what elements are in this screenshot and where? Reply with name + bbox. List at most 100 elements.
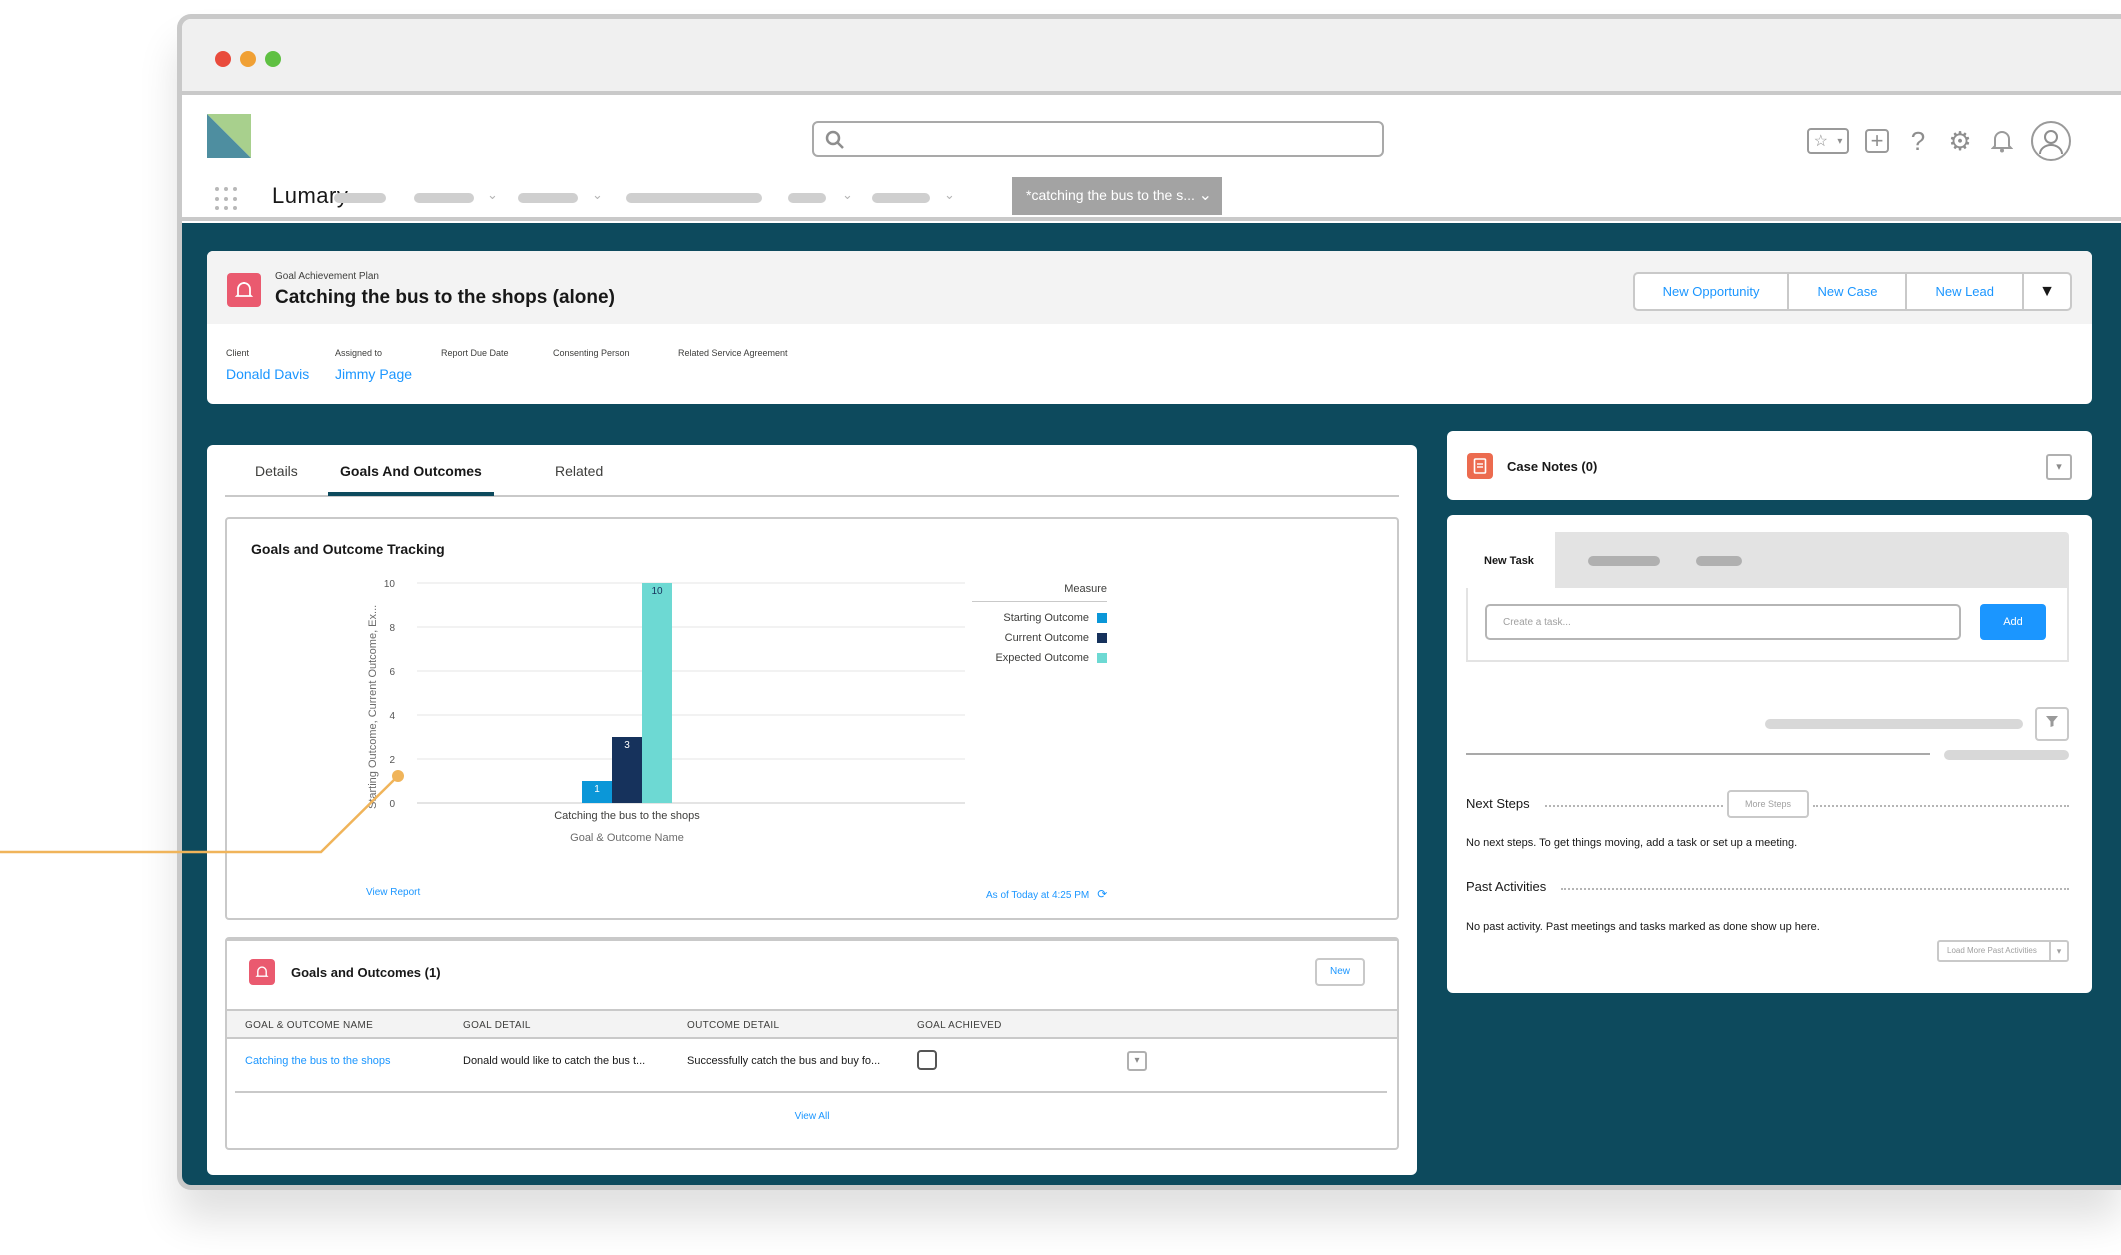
client-link[interactable]: Donald Davis xyxy=(226,366,309,382)
chevron-down-icon[interactable]: ⌄ xyxy=(487,187,498,203)
goal-achieved-checkbox[interactable] xyxy=(917,1050,937,1070)
bar-data-label: 10 xyxy=(651,586,663,597)
bar-expected-outcome xyxy=(642,583,672,803)
new-opportunity-button[interactable]: New Opportunity xyxy=(1635,274,1790,309)
next-steps-title[interactable]: Next Steps xyxy=(1466,796,1530,811)
add-icon[interactable]: + xyxy=(1865,128,1889,153)
nav-tab-active-record[interactable]: *catching the bus to the s... ⌄ xyxy=(1012,177,1222,215)
field-report-due-date: Report Due Date xyxy=(441,348,509,358)
close-window-button[interactable] xyxy=(215,51,231,67)
view-all-link[interactable]: View All xyxy=(227,1111,1397,1122)
new-case-button[interactable]: New Case xyxy=(1789,274,1908,309)
nav-item-placeholder[interactable] xyxy=(788,193,826,203)
view-report-link[interactable]: View Report xyxy=(366,887,420,898)
nav-item-placeholder[interactable] xyxy=(872,193,930,203)
legend-item-current-outcome: Current Outcome xyxy=(972,628,1107,648)
assigned-to-link[interactable]: Jimmy Page xyxy=(335,366,412,382)
nav-item-placeholder[interactable] xyxy=(518,193,578,203)
chevron-down-icon[interactable]: ⌄ xyxy=(842,187,853,203)
search-icon xyxy=(825,130,844,149)
chart-y-axis-label: Starting Outcome, Current Outcome, Ex... xyxy=(367,604,379,809)
bell-icon[interactable] xyxy=(1989,128,2015,154)
goals-outcome-bar-chart: 0 2 4 6 8 10 1 3 10 Catching the bus to the shops… xyxy=(384,579,965,844)
y-tick-label: 2 xyxy=(389,755,395,766)
more-steps-button[interactable]: More Steps xyxy=(1727,790,1809,818)
tab-related[interactable]: Related xyxy=(555,463,603,479)
field-label: Assigned to xyxy=(335,348,383,358)
lumary-logo-icon[interactable] xyxy=(207,114,251,158)
help-icon[interactable]: ? xyxy=(1905,126,1931,156)
row-actions-button[interactable]: ▾ xyxy=(1127,1051,1147,1071)
record-actions: New Opportunity New Case New Lead ▼ xyxy=(1632,272,2072,311)
gear-icon[interactable]: ⚙ xyxy=(1947,126,1973,156)
favorites-icon[interactable]: ☆ ▾ xyxy=(1807,128,1849,154)
tab-details[interactable]: Details xyxy=(255,463,298,479)
chevron-down-icon[interactable]: ⌄ xyxy=(592,187,603,203)
legend-item-starting-outcome: Starting Outcome xyxy=(972,608,1107,628)
activity-tab-placeholder[interactable] xyxy=(1696,556,1742,566)
field-label: Client xyxy=(226,348,250,358)
new-goal-button[interactable]: New xyxy=(1315,958,1365,986)
create-task-input[interactable]: Create a task... xyxy=(1485,604,1961,640)
record-highlights: Goal Achievement Plan Catching the bus t… xyxy=(207,251,2092,404)
divider xyxy=(1545,805,1723,807)
tab-goals-and-outcomes[interactable]: Goals And Outcomes xyxy=(340,463,482,479)
goal-detail-cell: Donald would like to catch the bus t... xyxy=(463,1055,646,1067)
activity-tab-placeholder[interactable] xyxy=(1588,556,1660,566)
active-tab-indicator xyxy=(328,492,494,496)
minimize-window-button[interactable] xyxy=(240,51,256,67)
chart-legend: Measure Starting Outcome Current Outcome… xyxy=(972,583,1107,668)
nav-item-placeholder[interactable] xyxy=(334,193,386,203)
field-related-service-agreement: Related Service Agreement xyxy=(678,348,788,358)
nav-item-placeholder[interactable] xyxy=(626,193,762,203)
activity-tabs: New Task xyxy=(1466,532,2069,588)
y-tick-label: 8 xyxy=(389,623,395,634)
past-activities-title[interactable]: Past Activities xyxy=(1466,879,1546,894)
app-launcher-icon[interactable] xyxy=(215,187,239,211)
avatar-icon[interactable] xyxy=(2031,121,2071,161)
legend-item-expected-outcome: Expected Outcome xyxy=(972,648,1107,668)
chevron-down-icon[interactable]: ▾ xyxy=(2049,942,2067,960)
case-notes-menu-button[interactable]: ▾ xyxy=(2046,454,2072,480)
nav-item-placeholder[interactable] xyxy=(414,193,474,203)
x-tick-label: Catching the bus to the shops xyxy=(554,810,700,822)
column-header-outcome-detail[interactable]: OUTCOME DETAIL xyxy=(687,1020,779,1031)
y-tick-label: 6 xyxy=(389,667,395,678)
global-search-input[interactable] xyxy=(812,121,1384,157)
column-header-name[interactable]: GOAL & OUTCOME NAME xyxy=(245,1020,373,1031)
next-steps-empty-message: No next steps. To get things moving, add… xyxy=(1466,837,1798,849)
field-label: Consenting Person xyxy=(553,348,630,358)
chevron-down-icon[interactable]: ⌄ xyxy=(1199,185,1212,205)
active-tab-label: *catching the bus to the s... xyxy=(1026,187,1195,203)
tab-new-task[interactable]: New Task xyxy=(1466,532,1555,588)
y-tick-label: 0 xyxy=(389,799,395,810)
goal-name-link[interactable]: Catching the bus to the shops xyxy=(245,1055,391,1067)
load-more-past-activities-button[interactable]: Load More Past Activities ▾ xyxy=(1937,940,2069,962)
expand-all-placeholder[interactable] xyxy=(1944,750,2069,760)
add-task-button[interactable]: Add xyxy=(1980,604,2046,640)
refresh-icon[interactable]: ⟳ xyxy=(1097,887,1107,901)
goals-list-title: Goals and Outcomes (1) xyxy=(291,965,441,980)
past-activities-empty-message: No past activity. Past meetings and task… xyxy=(1466,921,1820,933)
new-lead-button[interactable]: New Lead xyxy=(1907,274,2024,309)
case-notes-icon xyxy=(1467,453,1493,479)
record-type-label: Goal Achievement Plan xyxy=(275,271,379,282)
column-header-goal-detail[interactable]: GOAL DETAIL xyxy=(463,1020,531,1031)
global-header: ☆ ▾ + ? ⚙ Lumary ⌄ ⌄ ⌄ ⌄ *catching the b… xyxy=(182,99,2121,221)
timeline-divider xyxy=(1466,753,1930,755)
chart-timestamp: As of Today at 4:25 PM ⟳ xyxy=(986,887,1107,901)
field-client: Client Donald Davis xyxy=(226,348,309,382)
goals-list-icon xyxy=(249,959,275,985)
page-title: Catching the bus to the shops (alone) xyxy=(275,287,615,308)
filter-summary-placeholder xyxy=(1765,719,2023,729)
field-consenting-person: Consenting Person xyxy=(553,348,630,358)
bar-data-label: 1 xyxy=(594,784,600,795)
column-header-goal-achieved[interactable]: GOAL ACHIEVED xyxy=(917,1020,1002,1031)
chevron-down-icon[interactable]: ⌄ xyxy=(944,187,955,203)
filter-icon[interactable] xyxy=(2035,707,2069,741)
global-utility-bar: ☆ ▾ + ? ⚙ xyxy=(1807,121,2071,161)
maximize-window-button[interactable] xyxy=(265,51,281,67)
case-notes-title: Case Notes (0) xyxy=(1507,459,1598,474)
more-actions-button[interactable]: ▼ xyxy=(2024,274,2070,309)
load-more-label: Load More Past Activities xyxy=(1947,946,2037,955)
